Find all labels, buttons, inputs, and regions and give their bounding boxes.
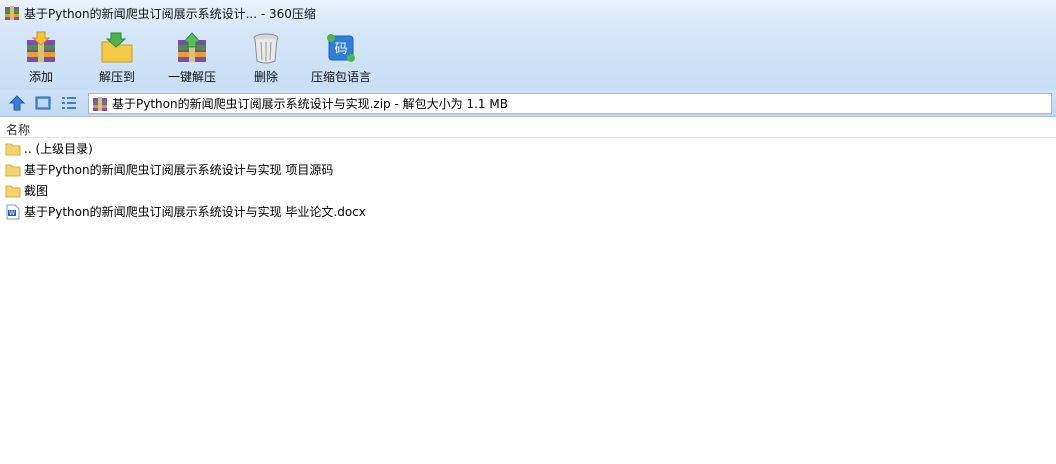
extract-to-label: 解压到 xyxy=(98,70,135,84)
one-click-extract-label: 一键解压 xyxy=(167,70,216,84)
title-bar: 基于Python的新闻爬虫订阅展示系统设计... - 360压缩 xyxy=(0,0,1056,26)
one-click-extract-icon xyxy=(178,32,206,62)
name-column-header[interactable]: 名称 xyxy=(6,121,30,138)
folder-icon xyxy=(5,185,21,197)
file-name: 基于Python的新闻爬虫订阅展示系统设计与实现 毕业论文.docx xyxy=(24,205,366,219)
extract-to-button[interactable]: 解压到 xyxy=(94,30,140,88)
delete-button[interactable]: 删除 xyxy=(248,30,284,88)
zip-archive-icon xyxy=(93,96,107,111)
list-view-icon[interactable] xyxy=(60,94,78,112)
trash-can-icon xyxy=(253,33,279,64)
file-name: 截图 xyxy=(24,184,49,198)
address-bar[interactable]: 基于Python的新闻爬虫订阅展示系统设计与实现.zip - 解包大小为 1.1… xyxy=(88,93,1052,114)
archive-language-button[interactable]: 码 压缩包语言 xyxy=(310,30,372,88)
main-toolbar: 添加 解压到 一键解压 删除 码 压缩包语言 xyxy=(0,26,1056,90)
add-archive-icon xyxy=(27,31,55,62)
file-name: .. (上级目录) xyxy=(24,142,93,156)
large-icons-view-icon[interactable] xyxy=(34,94,52,112)
word-document-icon: W xyxy=(6,204,20,219)
list-item[interactable]: .. (上级目录) xyxy=(0,138,1056,159)
archive-path-text: 基于Python的新闻爬虫订阅展示系统设计与实现.zip - 解包大小为 1.1… xyxy=(112,97,508,111)
column-header: 名称 xyxy=(0,117,1056,138)
word-icon-glyph: W xyxy=(9,210,15,217)
archive-app-icon xyxy=(5,6,19,20)
file-list: .. (上级目录) 基于Python的新闻爬虫订阅展示系统设计与实现 项目源码 … xyxy=(0,138,1056,222)
language-icon-glyph: 码 xyxy=(334,42,347,57)
list-item[interactable]: 截图 xyxy=(0,180,1056,201)
folder-icon xyxy=(5,143,21,155)
list-item[interactable]: 基于Python的新闻爬虫订阅展示系统设计与实现 项目源码 xyxy=(0,159,1056,180)
delete-label: 删除 xyxy=(253,70,278,84)
archive-language-label: 压缩包语言 xyxy=(310,70,371,84)
up-arrow-icon[interactable] xyxy=(8,94,26,112)
folder-icon xyxy=(5,164,21,176)
add-button[interactable]: 添加 xyxy=(20,30,62,88)
window-title: 基于Python的新闻爬虫订阅展示系统设计... - 360压缩 xyxy=(24,6,316,21)
extract-to-folder-icon xyxy=(101,32,133,63)
add-label: 添加 xyxy=(28,70,53,84)
one-click-extract-button[interactable]: 一键解压 xyxy=(166,30,218,88)
encoding-language-icon: 码 xyxy=(327,34,355,62)
file-name: 基于Python的新闻爬虫订阅展示系统设计与实现 项目源码 xyxy=(24,163,334,177)
list-item[interactable]: W 基于Python的新闻爬虫订阅展示系统设计与实现 毕业论文.docx xyxy=(0,201,1056,222)
